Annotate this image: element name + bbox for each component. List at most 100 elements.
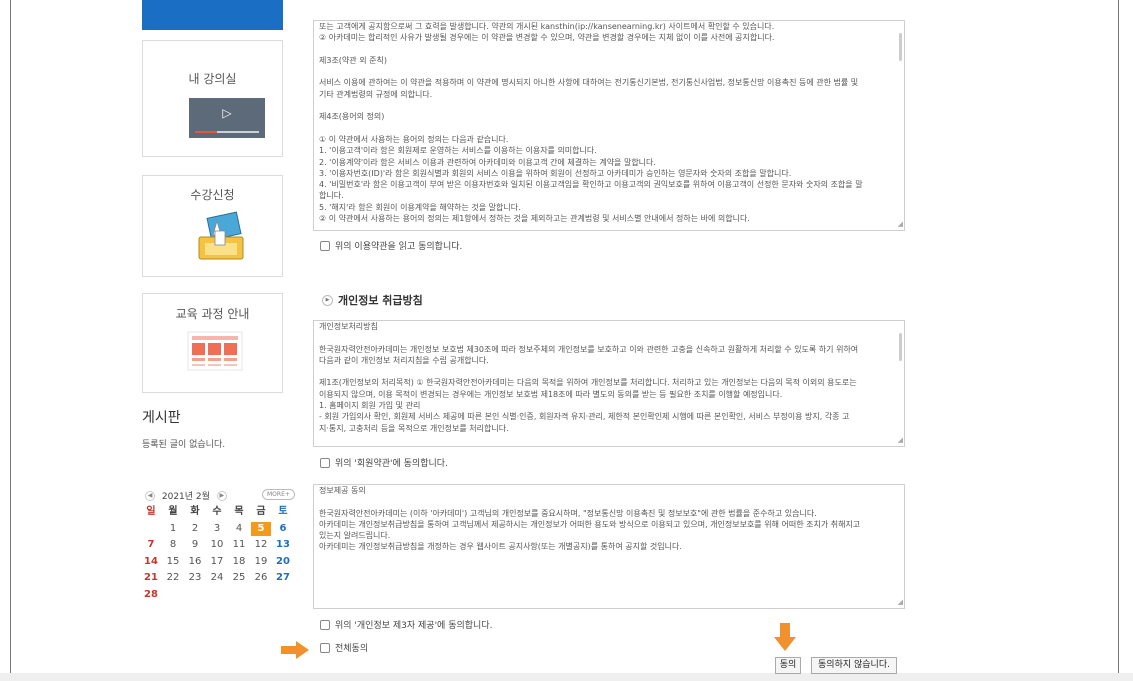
- terms-agree-row[interactable]: 위의 이용약관을 읽고 동의합니다.: [320, 239, 462, 252]
- calendar-day[interactable]: 28: [141, 588, 161, 602]
- calendar-day: [273, 588, 293, 602]
- calendar-day[interactable]: 12: [251, 538, 271, 552]
- thirdparty-agree-label: 위의 '개인정보 제3자 제공'에 동의합니다.: [335, 621, 493, 631]
- calendar-day: [251, 588, 271, 602]
- calendar-day[interactable]: 26: [251, 571, 271, 585]
- terms-textarea[interactable]: 또는 고객에게 공지함으로써 그 효력을 발생합니다. 약관의 개시된 kans…: [313, 20, 905, 231]
- calendar-day[interactable]: 10: [207, 538, 227, 552]
- enrollment-title: 수강신청: [190, 188, 235, 202]
- calendar-month-label: 2021년 2월: [161, 492, 210, 502]
- my-classroom-title: 내 강의실: [188, 72, 237, 86]
- text-line: 합니다.: [319, 191, 344, 201]
- calendar-week: 7 8 9 10 11 12 13: [141, 537, 297, 554]
- page-frame-right: [1118, 0, 1119, 681]
- course-guide-card[interactable]: 교육 과정 안내: [142, 293, 283, 393]
- text-line: [319, 332, 896, 343]
- calendar-grid: 일 월 화 수 목 금 토 1 2 3 4 5 6 7 8 9 10 11 12 13 14 15 16 17 18 19 20 21…: [141, 504, 297, 603]
- agree-button[interactable]: 동의: [775, 657, 801, 674]
- calendar-day[interactable]: 6: [273, 522, 293, 536]
- arrow-right-icon: [281, 641, 309, 659]
- text-line: 5. '해지'라 함은 회원이 이용계약을 해약하는 것을 말합니다.: [319, 202, 521, 212]
- thirdparty-agree-row[interactable]: 위의 '개인정보 제3자 제공'에 동의합니다.: [320, 618, 492, 631]
- enrollment-hand-icon: [198, 211, 244, 260]
- calendar-day[interactable]: 4: [229, 522, 249, 536]
- calendar-day[interactable]: 5: [251, 521, 271, 536]
- scrollbar-thumb[interactable]: [899, 333, 902, 361]
- calendar-day[interactable]: 7: [141, 538, 161, 552]
- calendar-weekday: 화: [190, 506, 200, 518]
- arrow-down-icon: [774, 623, 796, 651]
- resize-handle-icon[interactable]: ◢: [898, 597, 903, 608]
- login-banner[interactable]: [142, 0, 283, 30]
- privacy-agree-checkbox[interactable]: [320, 457, 330, 468]
- text-line: [319, 66, 896, 77]
- calendar-day[interactable]: 14: [141, 555, 161, 569]
- calendar-day[interactable]: 19: [251, 555, 271, 569]
- calendar-day[interactable]: 1: [163, 522, 183, 536]
- text-line: 2. '이용계약'이라 함은 서비스 이용과 관련하여 아카데미와 이용고객 간…: [319, 157, 656, 167]
- enrollment-card[interactable]: 수강신청: [142, 175, 283, 277]
- privacy-agree-row[interactable]: 위의 '회원약관'에 동의합니다.: [320, 456, 448, 469]
- calendar-week: 14 15 16 17 18 19 20: [141, 554, 297, 571]
- text-line: 서비스 이용에 관하여는 이 약관을 적용하며 이 약관에 명시되지 아니한 사…: [319, 78, 859, 88]
- calendar-day[interactable]: 22: [163, 571, 183, 585]
- calendar-day[interactable]: 8: [163, 538, 183, 552]
- calendar-more-button[interactable]: MORE+: [262, 489, 295, 500]
- calendar-day[interactable]: 21: [141, 571, 161, 585]
- page-frame-left: [10, 0, 11, 681]
- resize-handle-icon[interactable]: ◢: [898, 219, 903, 230]
- resize-handle-icon[interactable]: ◢: [898, 435, 903, 446]
- calendar-day: [141, 522, 161, 536]
- thirdparty-textarea[interactable]: 정보제공 동의 한국원자력안전아카데미는 (이하 '아카데미') 고객님의 개인…: [313, 484, 905, 609]
- calendar-day[interactable]: 17: [207, 555, 227, 569]
- calendar-day[interactable]: 15: [163, 555, 183, 569]
- calendar-day[interactable]: 20: [273, 555, 293, 569]
- calendar-weekday: 금: [256, 506, 266, 518]
- calendar-day[interactable]: 27: [273, 571, 293, 585]
- text-line: - 회원 가입의사 확인, 회원제 서비스 제공에 따른 본인 식별·인증, 회…: [319, 412, 850, 422]
- text-line: [319, 496, 896, 507]
- text-line: 또는 고객에게 공지함으로써 그 효력을 발생합니다. 약관의 개시된 kans…: [319, 22, 775, 31]
- text-line: ② 아카데미는 합리적인 사유가 발생될 경우에는 이 약관을 변경할 수 있으…: [319, 33, 775, 43]
- calendar-day[interactable]: 11: [229, 538, 249, 552]
- calendar-day[interactable]: 25: [229, 571, 249, 585]
- text-line: 제3조(약관 외 준칙): [319, 55, 387, 65]
- calendar-day[interactable]: 2: [185, 522, 205, 536]
- calendar-next-icon[interactable]: ▶: [216, 490, 227, 501]
- all-agree-row[interactable]: 전체동의: [320, 641, 368, 654]
- my-classroom-card[interactable]: 내 강의실 ▷: [142, 40, 283, 157]
- calendar-day: [229, 588, 249, 602]
- calendar-weekday: 목: [234, 506, 244, 518]
- terms-agree-checkbox[interactable]: [320, 240, 330, 251]
- board-empty-message: 등록된 글이 없습니다.: [142, 440, 226, 450]
- calendar-day[interactable]: 24: [207, 571, 227, 585]
- scrollbar-thumb[interactable]: [899, 33, 902, 61]
- all-agree-checkbox[interactable]: [320, 642, 330, 653]
- disagree-button[interactable]: 동의하지 않습니다.: [811, 657, 897, 674]
- calendar-day[interactable]: 16: [185, 555, 205, 569]
- calendar-day[interactable]: 3: [207, 522, 227, 536]
- video-player-icon: ▷: [189, 98, 265, 138]
- calendar-week: 28: [141, 587, 297, 604]
- text-line: 기타 관계법령의 규정에 의합니다.: [319, 89, 433, 99]
- text-line: 아카데미는 개인정보취급방침을 개정하는 경우 웹사이트 공지사항(또는 개별공…: [319, 542, 682, 552]
- text-line: 있는지 알려드립니다.: [319, 531, 391, 541]
- calendar-day[interactable]: 9: [185, 538, 205, 552]
- thirdparty-agree-checkbox[interactable]: [320, 619, 330, 630]
- calendar-week: 21 22 23 24 25 26 27: [141, 570, 297, 587]
- text-line: 지·통지, 고충처리 등을 목적으로 개인정보를 처리합니다.: [319, 423, 509, 433]
- progress-bar-icon: [195, 131, 259, 133]
- text-line: 제1조(개인정보의 처리목적) ① 한국원자력안전아카데미는 다음의 목적을 위…: [319, 378, 857, 388]
- calendar-header: ◀ 2021년 2월 ▶ MORE+: [145, 489, 295, 503]
- calendar-day[interactable]: 13: [273, 538, 293, 552]
- text-line: [319, 44, 896, 55]
- privacy-textarea[interactable]: 개인정보처리방침 한국원자력안전아카데미는 개인정보 보호법 제30조에 따라 …: [313, 320, 905, 447]
- calendar-day[interactable]: 23: [185, 571, 205, 585]
- text-line: 한국원자력안전아카데미는 개인정보 보호법 제30조에 따라 정보주체의 개인정…: [319, 344, 859, 354]
- calendar-week: 123456: [141, 521, 297, 538]
- calendar-day[interactable]: 18: [229, 555, 249, 569]
- text-line: ① 이 약관에서 사용하는 용어의 정의는 다음과 같습니다.: [319, 134, 509, 144]
- calendar-prev-icon[interactable]: ◀: [145, 490, 155, 501]
- text-line: [319, 366, 896, 377]
- calendar-weekday: 월: [168, 506, 178, 518]
